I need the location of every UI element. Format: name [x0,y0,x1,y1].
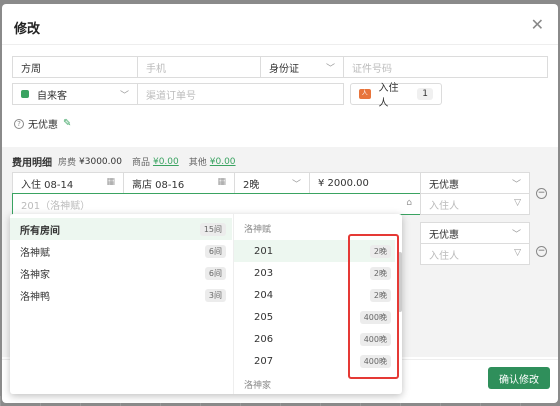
room-number: 203 [254,267,274,279]
id-number-field[interactable]: 证件号码 [343,56,548,78]
room-type-list: 所有房间 15间 洛神赋 6间 洛神家 6间 洛神鸭 3间 [10,214,232,394]
highlight-annotation [348,234,399,379]
remove-line2-icon[interactable]: − [536,246,547,257]
fee-summary: 费用明细 房费 ¥3000.00 商品 ¥0.00 其他 ¥0.00 [12,154,246,170]
phone-placeholder: 手机 [146,63,166,75]
line1-guest-field[interactable]: 入住人 ▽ [420,193,530,215]
channel-color-square [21,90,29,98]
room-type-count: 15间 [199,223,226,236]
guest-name-field[interactable]: 方周 [12,56,138,78]
nights-value: 2晚 [243,179,260,191]
chevron-down-icon: ﹀ [325,64,335,74]
room-type-count: 6间 [204,267,226,280]
room-dropdown: 所有房间 15间 洛神赋 6间 洛神家 6间 洛神鸭 3间 洛神赋 201 2晚 203 2… [10,214,402,394]
channel-value: 自来客 [37,90,67,102]
room-fee-amount: ¥3000.00 [79,156,122,167]
home-icon: ⌂ [406,198,412,208]
line1-promo-select[interactable]: 无优惠 ﹀ [420,172,530,194]
checkin-date-value: 入住 08-14 [21,179,74,191]
room-type-item[interactable]: 洛神赋 6间 [10,240,232,262]
room-number: 206 [254,333,274,345]
checkout-date-value: 离店 08-16 [132,179,185,191]
close-icon[interactable]: ✕ [531,15,544,34]
confirm-button[interactable]: 确认修改 [488,367,550,389]
room-type-item[interactable]: 洛神家 6间 [10,262,232,284]
guest-name-value: 方周 [21,63,41,75]
room-group-header: 洛神赋 [244,225,272,235]
room-select-value: 201（洛神赋） [21,200,91,212]
guest-icon: 人 [359,89,371,99]
room-fee-label: 房费 [58,158,77,168]
room-type-label: 所有房间 [20,225,60,237]
checkin-guest-label: 入住人 [378,83,399,109]
room-type-count: 6间 [204,245,226,258]
chevron-down-icon: ﹀ [511,180,521,190]
question-icon: ? [14,118,24,129]
room-type-label: 洛神鸭 [20,291,50,303]
id-type-select[interactable]: 身份证 ﹀ [260,56,344,78]
filter-icon: ▽ [514,248,521,258]
room-type-item[interactable]: 洛神鸭 3间 [10,284,232,306]
edit-icon[interactable]: ✎ [63,118,71,129]
line1-promo-value: 无优惠 [429,179,459,191]
line2-promo-select[interactable]: 无优惠 ﹀ [420,222,530,244]
fee-title: 费用明细 [12,158,52,169]
channel-select[interactable]: 自来客 ﹀ [12,83,138,105]
checkin-date-field[interactable]: 入住 08-14 ▦ [12,172,124,194]
room-type-label: 洛神赋 [20,247,50,259]
nights-select[interactable]: 2晚 ﹀ [234,172,310,194]
calendar-icon: ▦ [217,177,226,187]
goods-fee-label: 商品 [131,158,150,168]
room-group-header: 洛神家 [244,381,272,391]
checkin-guest-count: 1 [417,88,433,100]
id-number-placeholder: 证件号码 [352,63,392,75]
room-number: 204 [254,289,274,301]
promo-row: ? 无优惠 ✎ [14,116,71,131]
room-select-input[interactable]: 201（洛神赋） ⌂ [12,193,421,215]
id-type-value: 身份证 [269,63,299,75]
phone-field[interactable]: 手机 [137,56,261,78]
other-fee-label: 其他 [188,158,207,168]
price-value: ¥ 2000.00 [318,177,369,189]
room-type-count: 3间 [204,289,226,302]
line2-promo-value: 无优惠 [429,229,459,241]
line2-guest-field[interactable]: 入住人 ▽ [420,243,530,265]
price-field[interactable]: ¥ 2000.00 [309,172,421,194]
room-number: 201 [254,245,274,257]
chevron-down-icon: ﹀ [511,230,521,240]
line1-guest-placeholder: 入住人 [429,200,459,212]
room-type-label: 洛神家 [20,269,50,281]
goods-fee-amount[interactable]: ¥0.00 [153,157,179,167]
line2-guest-placeholder: 入住人 [429,250,459,262]
room-number: 205 [254,311,274,323]
order-number-field[interactable]: 渠道订单号 [137,83,344,105]
chevron-down-icon: ﹀ [291,180,301,190]
calendar-icon: ▦ [106,177,115,187]
checkin-guest-button[interactable]: 人入住人 1 [350,83,442,109]
order-number-placeholder: 渠道订单号 [146,90,196,102]
header-divider [2,44,558,45]
other-fee-amount[interactable]: ¥0.00 [210,157,236,167]
chevron-down-icon: ﹀ [119,91,129,101]
remove-line1-icon[interactable]: − [536,188,547,199]
room-number: 207 [254,355,274,367]
checkout-date-field[interactable]: 离店 08-16 ▦ [123,172,235,194]
room-type-all[interactable]: 所有房间 15间 [10,218,232,240]
promo-label: 无优惠 [28,120,58,131]
modal-title: 修改 [14,22,41,37]
filter-icon: ▽ [514,198,521,208]
